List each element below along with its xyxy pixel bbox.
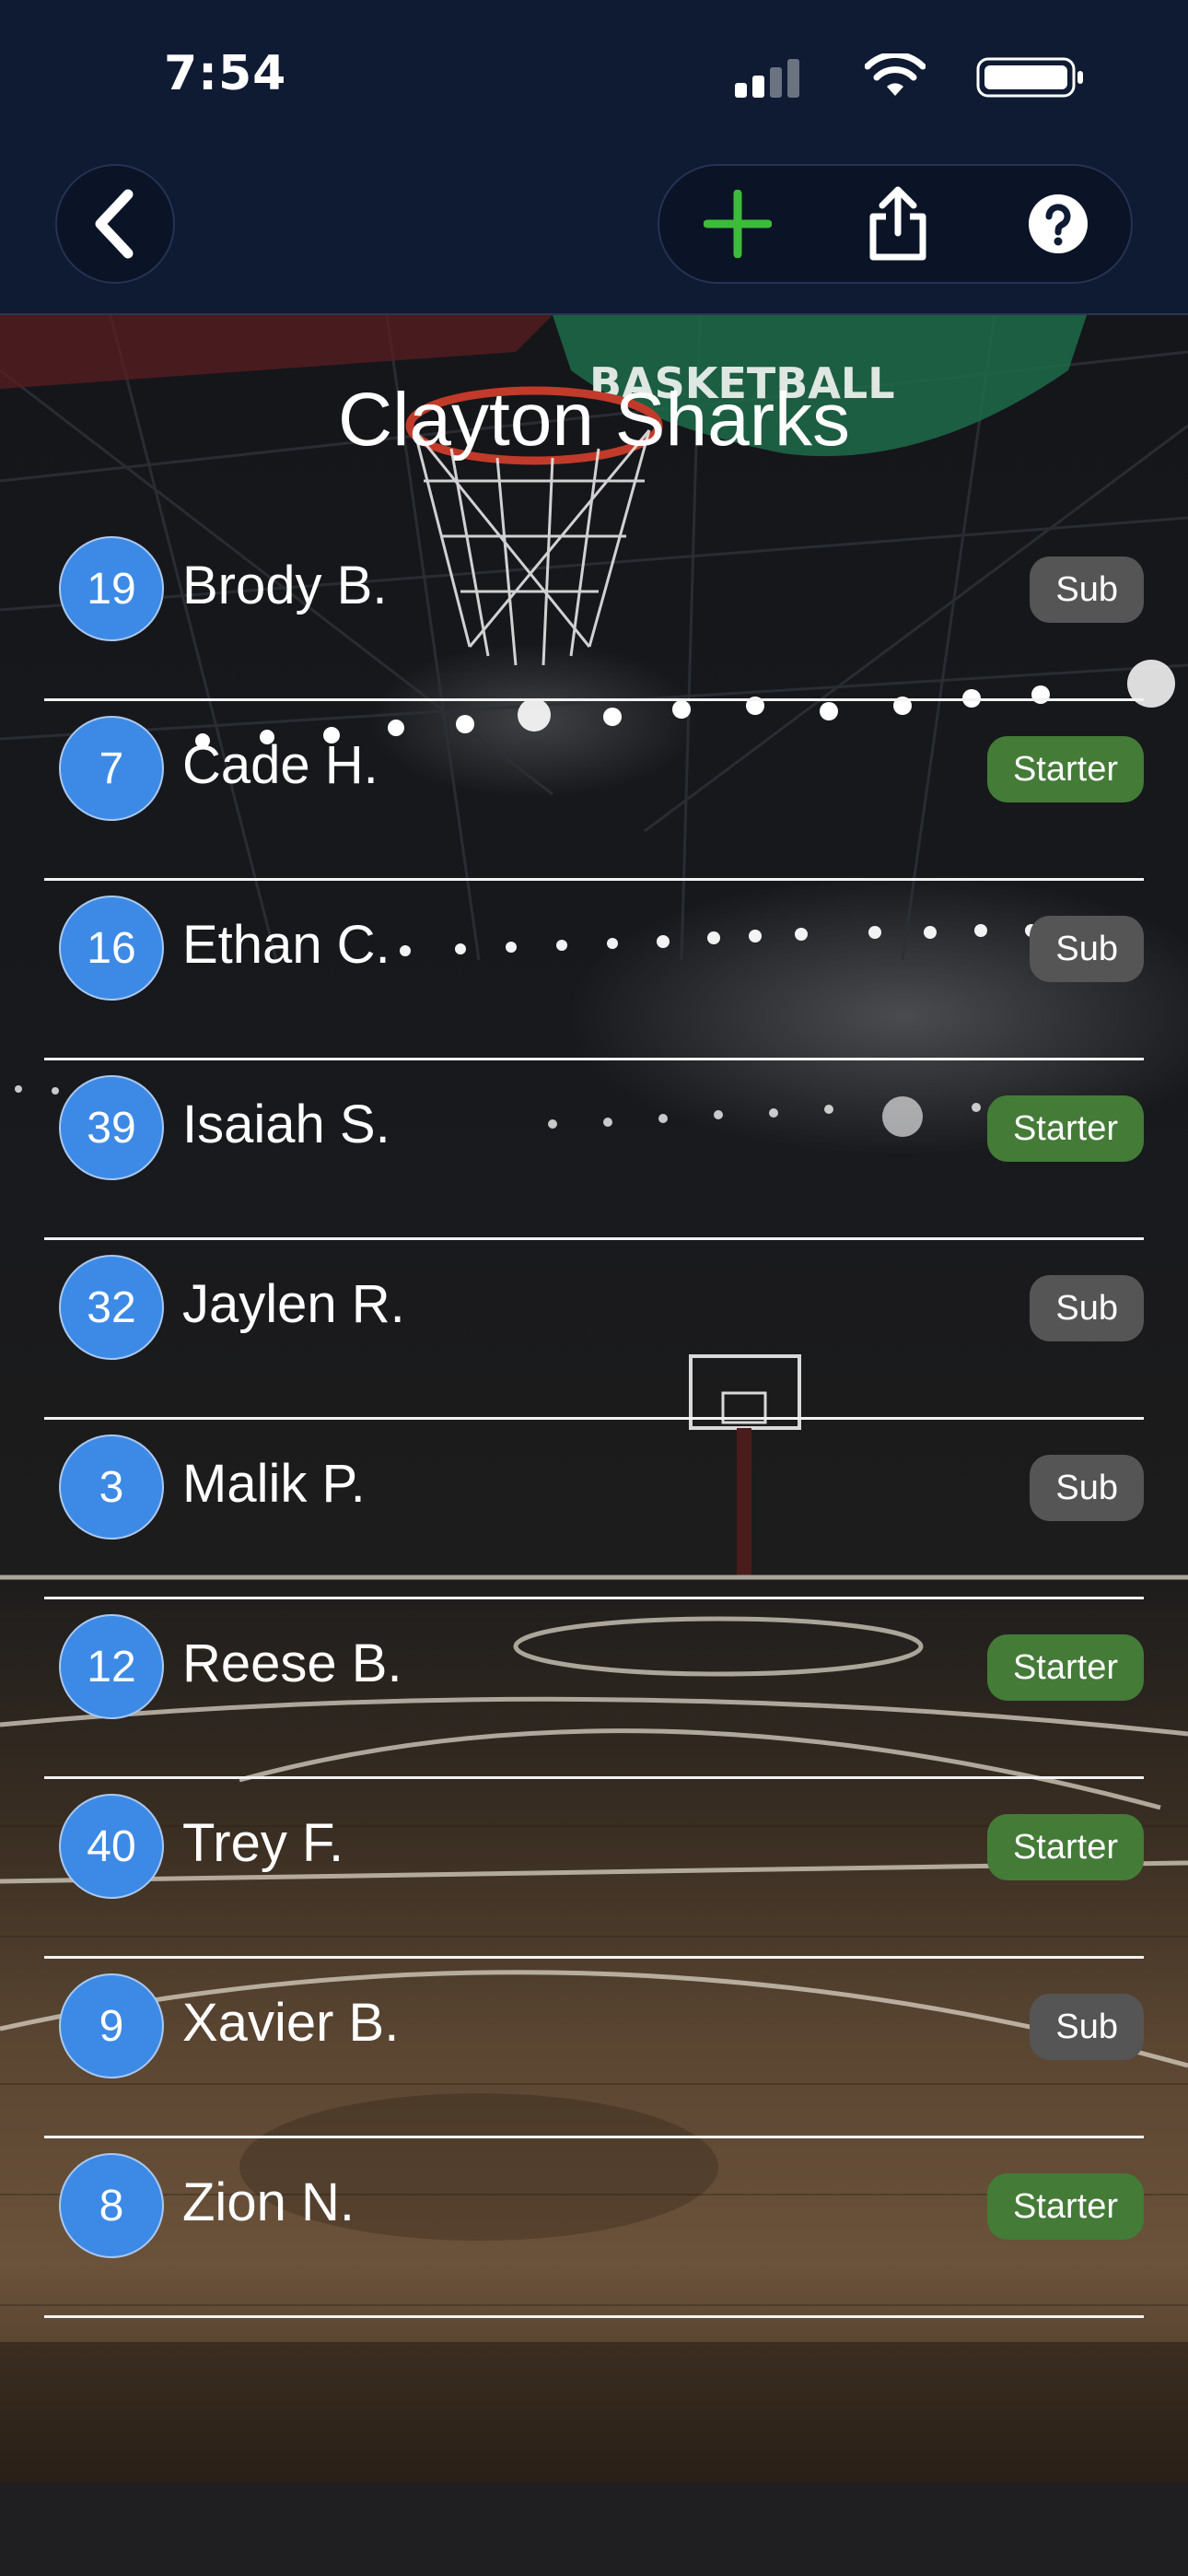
roster-list: 19 Brody B. Sub 7 Cade H. Starter 16 Eth… bbox=[44, 521, 1144, 2318]
status-icons bbox=[700, 53, 1087, 103]
player-name: Ethan C. bbox=[182, 915, 390, 975]
player-row[interactable]: 39 Isaiah S. Starter bbox=[44, 1060, 1144, 1240]
jersey-number: 3 bbox=[59, 1434, 164, 1540]
jersey-number: 9 bbox=[59, 1973, 164, 2078]
player-row[interactable]: 7 Cade H. Starter bbox=[44, 701, 1144, 881]
player-name: Isaiah S. bbox=[182, 1095, 390, 1154]
back-button[interactable] bbox=[55, 164, 175, 284]
jersey-number: 12 bbox=[59, 1614, 164, 1719]
player-name: Jaylen R. bbox=[182, 1274, 405, 1334]
player-name: Zion N. bbox=[182, 2172, 355, 2232]
role-badge[interactable]: Sub bbox=[1030, 1455, 1144, 1521]
add-player-button[interactable] bbox=[678, 166, 798, 282]
share-icon bbox=[869, 186, 926, 261]
role-badge[interactable]: Starter bbox=[986, 736, 1144, 802]
jersey-number: 19 bbox=[59, 536, 164, 641]
player-row[interactable]: 40 Trey F. Starter bbox=[44, 1779, 1144, 1959]
top-bar: 7:54 bbox=[0, 0, 1188, 315]
wifi-icon bbox=[865, 53, 926, 96]
jersey-number: 16 bbox=[59, 896, 164, 1001]
bottom-bar bbox=[0, 2482, 1188, 2576]
status-time: 7:54 bbox=[164, 46, 287, 101]
role-badge[interactable]: Sub bbox=[1030, 556, 1144, 623]
chevron-left-icon bbox=[95, 189, 134, 259]
player-name: Malik P. bbox=[182, 1454, 366, 1514]
toolbar-actions bbox=[658, 164, 1133, 284]
player-name: Reese B. bbox=[182, 1633, 402, 1693]
role-badge[interactable]: Starter bbox=[986, 2173, 1144, 2240]
player-row[interactable]: 3 Malik P. Sub bbox=[44, 1420, 1144, 1599]
player-row[interactable]: 8 Zion N. Starter bbox=[44, 2138, 1144, 2318]
role-badge[interactable]: Starter bbox=[986, 1095, 1144, 1162]
jersey-number: 7 bbox=[59, 716, 164, 821]
cellular-signal-icon bbox=[735, 57, 801, 98]
jersey-number: 32 bbox=[59, 1255, 164, 1360]
battery-icon bbox=[976, 57, 1083, 98]
role-badge[interactable]: Starter bbox=[986, 1814, 1144, 1880]
player-row[interactable]: 32 Jaylen R. Sub bbox=[44, 1240, 1144, 1420]
player-name: Trey F. bbox=[182, 1813, 344, 1873]
role-badge[interactable]: Starter bbox=[986, 1634, 1144, 1701]
role-badge[interactable]: Sub bbox=[1030, 1275, 1144, 1341]
jersey-number: 39 bbox=[59, 1075, 164, 1180]
role-badge[interactable]: Sub bbox=[1030, 1994, 1144, 2060]
player-row[interactable]: 9 Xavier B. Sub bbox=[44, 1959, 1144, 2138]
player-name: Brody B. bbox=[182, 556, 388, 615]
player-row[interactable]: 12 Reese B. Starter bbox=[44, 1599, 1144, 1779]
player-name: Xavier B. bbox=[182, 1993, 400, 2053]
question-circle-icon bbox=[1029, 194, 1088, 253]
team-title: Clayton Sharks bbox=[337, 378, 851, 462]
jersey-number: 40 bbox=[59, 1794, 164, 1899]
share-button[interactable] bbox=[838, 166, 958, 282]
plus-icon bbox=[704, 190, 772, 258]
player-row[interactable]: 16 Ethan C. Sub bbox=[44, 881, 1144, 1060]
player-row[interactable]: 19 Brody B. Sub bbox=[44, 521, 1144, 701]
role-badge[interactable]: Sub bbox=[1030, 916, 1144, 982]
help-button[interactable] bbox=[998, 166, 1118, 282]
jersey-number: 8 bbox=[59, 2153, 164, 2258]
player-name: Cade H. bbox=[182, 735, 379, 795]
